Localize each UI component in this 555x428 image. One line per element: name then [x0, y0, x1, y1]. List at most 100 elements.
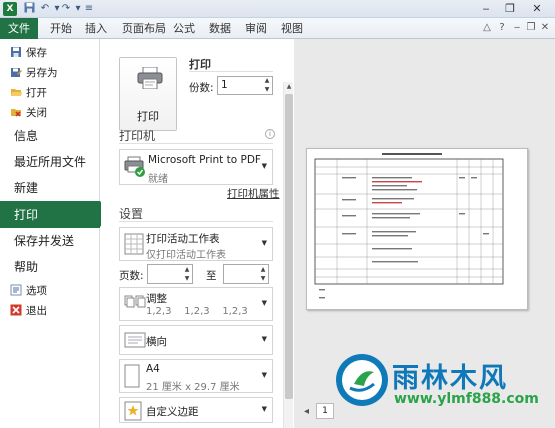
- print-section-title: 打印: [189, 58, 211, 71]
- printer-status: 就绪: [148, 174, 168, 185]
- nav-save-send[interactable]: 保存并发送: [14, 231, 74, 251]
- restore-icon[interactable]: ❐: [500, 1, 520, 16]
- options-icon: [10, 284, 22, 296]
- nav-print[interactable]: 打印: [14, 205, 38, 225]
- portrait-page-icon: [124, 364, 140, 391]
- pages-to-stepper[interactable]: ▲ ▼: [223, 264, 269, 284]
- spreadsheet-thumbnail: [314, 153, 504, 299]
- nav-open[interactable]: 打开: [10, 84, 47, 102]
- tab-formulas[interactable]: 公式: [173, 18, 195, 39]
- title-bar: X ↶ ▾ ↷ ▾ ≡ ‒ ❐ ✕: [0, 0, 555, 18]
- save-icon: [10, 46, 22, 58]
- collate-main: 调整: [146, 293, 167, 305]
- pages-label: 页数:: [119, 270, 144, 282]
- watermark-brand: 雨林木风: [392, 363, 508, 394]
- worksheet-icon: [124, 233, 144, 258]
- nav-new[interactable]: 新建: [14, 178, 38, 198]
- scroll-thumb[interactable]: [285, 94, 293, 399]
- folder-open-icon: [10, 86, 22, 98]
- spin-up-icon[interactable]: ▲: [258, 266, 268, 274]
- printer-name: Microsoft Print to PDF: [148, 154, 261, 166]
- watermark-url: www.ylmf888.com: [394, 391, 539, 407]
- close-icon[interactable]: ✕: [527, 1, 547, 16]
- tab-view[interactable]: 视图: [281, 18, 303, 39]
- doc-close-icon[interactable]: ✕: [538, 21, 552, 35]
- tab-page-layout[interactable]: 页面布局: [122, 18, 166, 39]
- scroll-up-icon[interactable]: ▲: [284, 82, 294, 92]
- print-button[interactable]: 打印: [119, 57, 177, 131]
- nav-recent[interactable]: 最近所用文件: [14, 152, 86, 172]
- minimize-ribbon-icon[interactable]: △: [480, 21, 494, 35]
- chevron-down-icon: ▼: [261, 371, 267, 379]
- exit-icon: [10, 304, 22, 316]
- chevron-down-icon: ▼: [261, 299, 267, 307]
- customize-qat-icon[interactable]: ≡: [82, 2, 96, 16]
- nav-options[interactable]: 选项: [10, 282, 47, 300]
- doc-restore-icon[interactable]: ❐: [524, 21, 538, 35]
- nav-close-label: 关闭: [26, 107, 47, 119]
- pages-from-stepper[interactable]: ▲ ▼: [147, 264, 193, 284]
- spin-down-icon[interactable]: ▼: [262, 86, 272, 94]
- scope-main: 打印活动工作表: [146, 233, 220, 245]
- tab-file[interactable]: 文件: [0, 18, 38, 39]
- print-settings-panel: 打印 打印 份数: 1 ▲ ▼ 打印机 i Microsoft Print to…: [101, 39, 293, 428]
- to-label: 至: [206, 270, 217, 282]
- save-icon[interactable]: [22, 2, 36, 16]
- nav-save[interactable]: 保存: [10, 44, 47, 62]
- settings-scrollbar[interactable]: ▲: [283, 82, 293, 428]
- spin-up-icon[interactable]: ▲: [182, 266, 192, 274]
- paper-size-dropdown[interactable]: A4 21 厘米 x 29.7 厘米 ▼: [119, 359, 273, 393]
- minimize-icon[interactable]: ‒: [476, 1, 496, 16]
- help-icon[interactable]: ?: [495, 21, 509, 35]
- printer-heading: 打印机: [119, 129, 156, 143]
- nav-save-as-label: 另存为: [26, 67, 58, 79]
- margins-dropdown[interactable]: 自定义边距 ▼: [119, 397, 273, 423]
- watermark-logo: [336, 354, 388, 406]
- printer-icon: [137, 67, 163, 89]
- preview-page[interactable]: [306, 148, 528, 310]
- printer-properties-link[interactable]: 打印机属性: [227, 186, 280, 201]
- print-button-label: 打印: [137, 110, 159, 123]
- settings-heading: 设置: [119, 207, 144, 221]
- orientation-dropdown[interactable]: 横向 ▼: [119, 325, 273, 355]
- ribbon-tab-bar: 文件 开始 插入 页面布局 公式 数据 审阅 视图 △ ? ‒ ❐ ✕: [0, 18, 555, 39]
- chevron-down-icon: ▼: [261, 405, 267, 413]
- excel-app-icon[interactable]: X: [3, 2, 17, 16]
- paper-main: A4: [146, 363, 160, 375]
- collate-sub: 1,2,3 1,2,3 1,2,3: [146, 306, 248, 317]
- copies-stepper[interactable]: 1 ▲ ▼: [217, 76, 273, 95]
- info-icon[interactable]: i: [265, 129, 275, 139]
- landscape-icon: [124, 332, 146, 351]
- divider: [119, 221, 273, 222]
- nav-open-label: 打开: [26, 87, 47, 99]
- nav-save-as[interactable]: 另存为: [10, 64, 58, 82]
- nav-exit[interactable]: 退出: [10, 302, 47, 320]
- tab-data[interactable]: 数据: [209, 18, 231, 39]
- paper-sub: 21 厘米 x 29.7 厘米: [146, 382, 240, 393]
- nav-close[interactable]: 关闭: [10, 104, 47, 122]
- nav-exit-label: 退出: [26, 305, 47, 317]
- spin-up-icon[interactable]: ▲: [262, 77, 272, 85]
- tab-insert[interactable]: 插入: [85, 18, 107, 39]
- spin-down-icon[interactable]: ▼: [182, 275, 192, 283]
- printer-dropdown[interactable]: Microsoft Print to PDF 就绪 ▼: [119, 149, 273, 185]
- prev-page-icon[interactable]: ◂: [304, 406, 309, 417]
- collated-pages-icon: [124, 294, 146, 317]
- divider: [119, 143, 273, 144]
- tab-home[interactable]: 开始: [50, 18, 72, 39]
- scope-sub: 仅打印活动工作表: [146, 250, 226, 261]
- custom-margins-icon: [124, 401, 142, 424]
- page-number-input[interactable]: 1: [316, 403, 334, 419]
- tab-review[interactable]: 审阅: [245, 18, 267, 39]
- divider: [189, 71, 273, 72]
- collate-dropdown[interactable]: 调整 1,2,3 1,2,3 1,2,3 ▼: [119, 287, 273, 321]
- print-scope-dropdown[interactable]: 打印活动工作表 仅打印活动工作表 ▼: [119, 227, 273, 261]
- nav-help[interactable]: 帮助: [14, 257, 38, 277]
- chevron-down-icon: ▼: [261, 162, 267, 170]
- spin-down-icon[interactable]: ▼: [258, 275, 268, 283]
- close-file-icon: [10, 106, 22, 118]
- nav-info[interactable]: 信息: [14, 126, 38, 146]
- copies-label: 份数:: [189, 82, 214, 94]
- nav-save-label: 保存: [26, 47, 47, 59]
- doc-minimize-icon[interactable]: ‒: [510, 21, 524, 35]
